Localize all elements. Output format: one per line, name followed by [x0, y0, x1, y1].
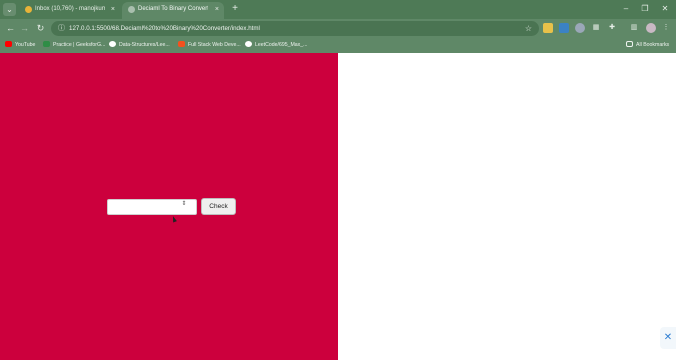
browser-chrome: ⌄ Inbox (10,760) - manojkumarci... × Dec…: [0, 0, 676, 53]
youtube-icon: [5, 41, 12, 47]
gmail-favicon-icon: [25, 6, 32, 13]
tab-title: Deciaml To Binary Converter: [138, 6, 208, 12]
tab-strip: ⌄ Inbox (10,760) - manojkumarci... × Dec…: [0, 0, 676, 19]
address-bar[interactable]: ⓘ 127.0.0.1:5500/68.Deciaml%20to%20Binar…: [51, 21, 539, 36]
bookmark-page-icon: [178, 41, 185, 47]
tab-search-button[interactable]: ⌄: [3, 3, 16, 16]
all-bookmarks[interactable]: All Bookmarks: [626, 38, 669, 53]
tab-close-icon[interactable]: ×: [215, 2, 219, 17]
url-text[interactable]: 127.0.0.1:5500/68.Deciaml%20to%20Binary%…: [69, 21, 260, 36]
tab-converter[interactable]: Deciaml To Binary Converter ×: [122, 2, 224, 19]
extension-grid-icon[interactable]: ▦: [591, 23, 601, 33]
geeksforgeeks-icon: [43, 41, 50, 47]
page-favicon-icon: [128, 6, 135, 13]
side-panel-icon[interactable]: ▥: [629, 23, 639, 33]
github-icon: [245, 41, 252, 47]
tab-inbox[interactable]: Inbox (10,760) - manojkumarci... ×: [19, 2, 120, 19]
extension-circle-icon[interactable]: [575, 23, 585, 33]
bookmark-data-structures[interactable]: Data-Structures/Lee...: [109, 38, 170, 53]
bookmarks-bar: YouTube Practice | GeeksforG... Data-Str…: [0, 38, 676, 53]
folder-icon: [626, 41, 633, 47]
new-tab-button[interactable]: +: [229, 2, 241, 15]
tab-close-icon[interactable]: ×: [111, 2, 115, 17]
tab-title: Inbox (10,760) - manojkumarci...: [35, 6, 105, 12]
reload-icon[interactable]: ↻: [34, 22, 47, 35]
check-button[interactable]: Check: [201, 198, 236, 215]
maximize-button[interactable]: ❐: [638, 2, 652, 15]
bookmark-star-icon[interactable]: ☆: [525, 21, 532, 36]
extensions-icon[interactable]: ✚: [607, 23, 617, 33]
github-icon: [109, 41, 116, 47]
close-window-button[interactable]: ✕: [658, 2, 672, 15]
site-info-icon[interactable]: ⓘ: [56, 23, 67, 34]
bookmark-leetcode[interactable]: LeetCode/695_Max_...: [245, 38, 308, 53]
extension-lock-icon[interactable]: [543, 23, 553, 33]
bookmark-full-stack[interactable]: Full Stack Web Deve...: [178, 38, 241, 53]
bookmark-geeksforgeeks[interactable]: Practice | GeeksforG...: [43, 38, 105, 53]
minimize-button[interactable]: –: [619, 2, 633, 15]
floating-widget-icon[interactable]: ✕: [660, 327, 676, 349]
number-spinner-icon[interactable]: ⇕: [180, 201, 188, 212]
menu-kebab-icon[interactable]: ⋮: [661, 23, 671, 33]
bookmark-youtube[interactable]: YouTube: [5, 38, 35, 53]
back-icon[interactable]: ←: [4, 22, 17, 35]
extension-puzzle-icon[interactable]: [559, 23, 569, 33]
profile-avatar-icon[interactable]: [646, 23, 656, 33]
page-content: ⇕ Check ✕: [0, 53, 676, 360]
navigation-toolbar: ← → ↻ ⓘ 127.0.0.1:5500/68.Deciaml%20to%2…: [0, 19, 676, 38]
forward-icon[interactable]: →: [18, 22, 31, 35]
